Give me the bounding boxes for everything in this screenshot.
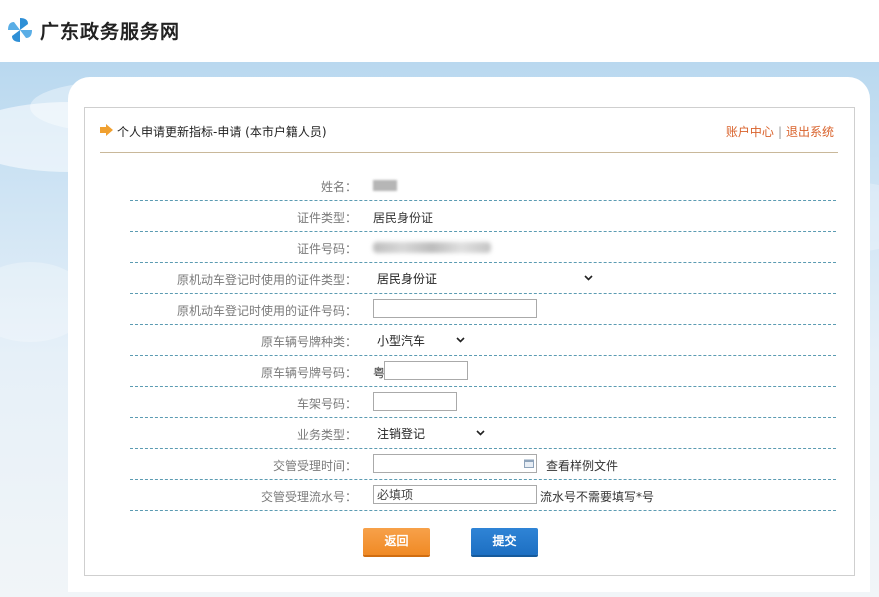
accept-time-label: 交管受理时间： — [272, 459, 357, 473]
view-sample-link[interactable]: 查看样例文件 — [546, 457, 618, 474]
form-row-accept-time: 交管受理时间： 查看样例文件 — [130, 449, 836, 480]
form-row-business-type: 业务类型： 注销登记 — [130, 418, 836, 449]
form-row-id-type: 证件类型： 居民身份证 — [130, 201, 836, 232]
form-row-plate-type: 原车辆号牌种类： 小型汽车 — [130, 325, 836, 356]
link-separator: | — [777, 125, 782, 139]
orig-id-number-input[interactable] — [373, 299, 537, 318]
orig-id-number-label: 原机动车登记时使用的证件号码： — [176, 304, 357, 318]
business-type-select[interactable]: 注销登记 — [373, 424, 487, 444]
name-label: 姓名： — [320, 180, 357, 194]
page-title: 个人申请更新指标-申请 (本市户籍人员) — [117, 125, 327, 139]
form-row-id-number: 证件号码： — [130, 232, 836, 263]
orig-id-type-label: 原机动车登记时使用的证件类型： — [176, 273, 357, 287]
vin-input[interactable] — [373, 392, 457, 411]
id-number-value-redacted — [373, 242, 491, 253]
chevron-down-icon — [584, 275, 593, 281]
plate-type-selected: 小型汽车 — [377, 334, 426, 348]
site-header: 广东政务服务网 — [0, 0, 879, 62]
form-row-name: 姓名： — [130, 170, 836, 201]
id-type-value: 居民身份证 — [373, 211, 434, 225]
serial-hint: 流水号不需要填写*号 — [540, 490, 655, 504]
business-type-selected: 注销登记 — [377, 427, 426, 441]
vin-label: 车架号码： — [296, 397, 357, 411]
site-name: 广东政务服务网 — [40, 21, 181, 43]
chevron-down-icon — [456, 337, 465, 343]
top-links: 账户中心 | 退出系统 — [726, 123, 834, 140]
form-row-vin: 车架号码： — [130, 387, 836, 418]
serial-label: 交管受理流水号： — [260, 490, 357, 504]
calendar-icon[interactable] — [524, 459, 534, 468]
name-value-redacted — [373, 180, 397, 191]
serial-input[interactable] — [373, 485, 537, 504]
plate-number-input[interactable] — [384, 361, 468, 380]
pinwheel-logo-icon — [8, 18, 32, 42]
arrow-right-icon — [100, 124, 113, 136]
submit-button[interactable]: 提交 — [471, 528, 538, 555]
account-center-link[interactable]: 账户中心 — [726, 125, 774, 139]
form-row-serial: 交管受理流水号： 流水号不需要填写*号 — [130, 480, 836, 511]
title-divider — [100, 152, 838, 153]
plate-type-select[interactable]: 小型汽车 — [373, 331, 467, 351]
form-row-orig-id-number: 原机动车登记时使用的证件号码： — [130, 294, 836, 325]
logout-link[interactable]: 退出系统 — [786, 125, 834, 139]
business-type-label: 业务类型： — [296, 428, 357, 442]
plate-number-label: 原车辆号牌号码： — [260, 366, 357, 380]
chevron-down-icon — [476, 430, 485, 436]
back-button[interactable]: 返回 — [363, 528, 430, 555]
plate-type-label: 原车辆号牌种类： — [260, 335, 357, 349]
form-row-orig-id-type: 原机动车登记时使用的证件类型： 居民身份证 — [130, 263, 836, 294]
id-number-label: 证件号码： — [296, 242, 357, 256]
id-type-label: 证件类型： — [296, 211, 357, 225]
accept-time-input[interactable] — [373, 454, 537, 473]
form-row-plate-number: 原车辆号牌号码： 粤 — [130, 356, 836, 387]
page-title-bar: 个人申请更新指标-申请 (本市户籍人员) 账户中心 | 退出系统 — [100, 122, 838, 142]
orig-id-type-selected: 居民身份证 — [377, 272, 438, 286]
orig-id-type-select[interactable]: 居民身份证 — [373, 269, 595, 289]
